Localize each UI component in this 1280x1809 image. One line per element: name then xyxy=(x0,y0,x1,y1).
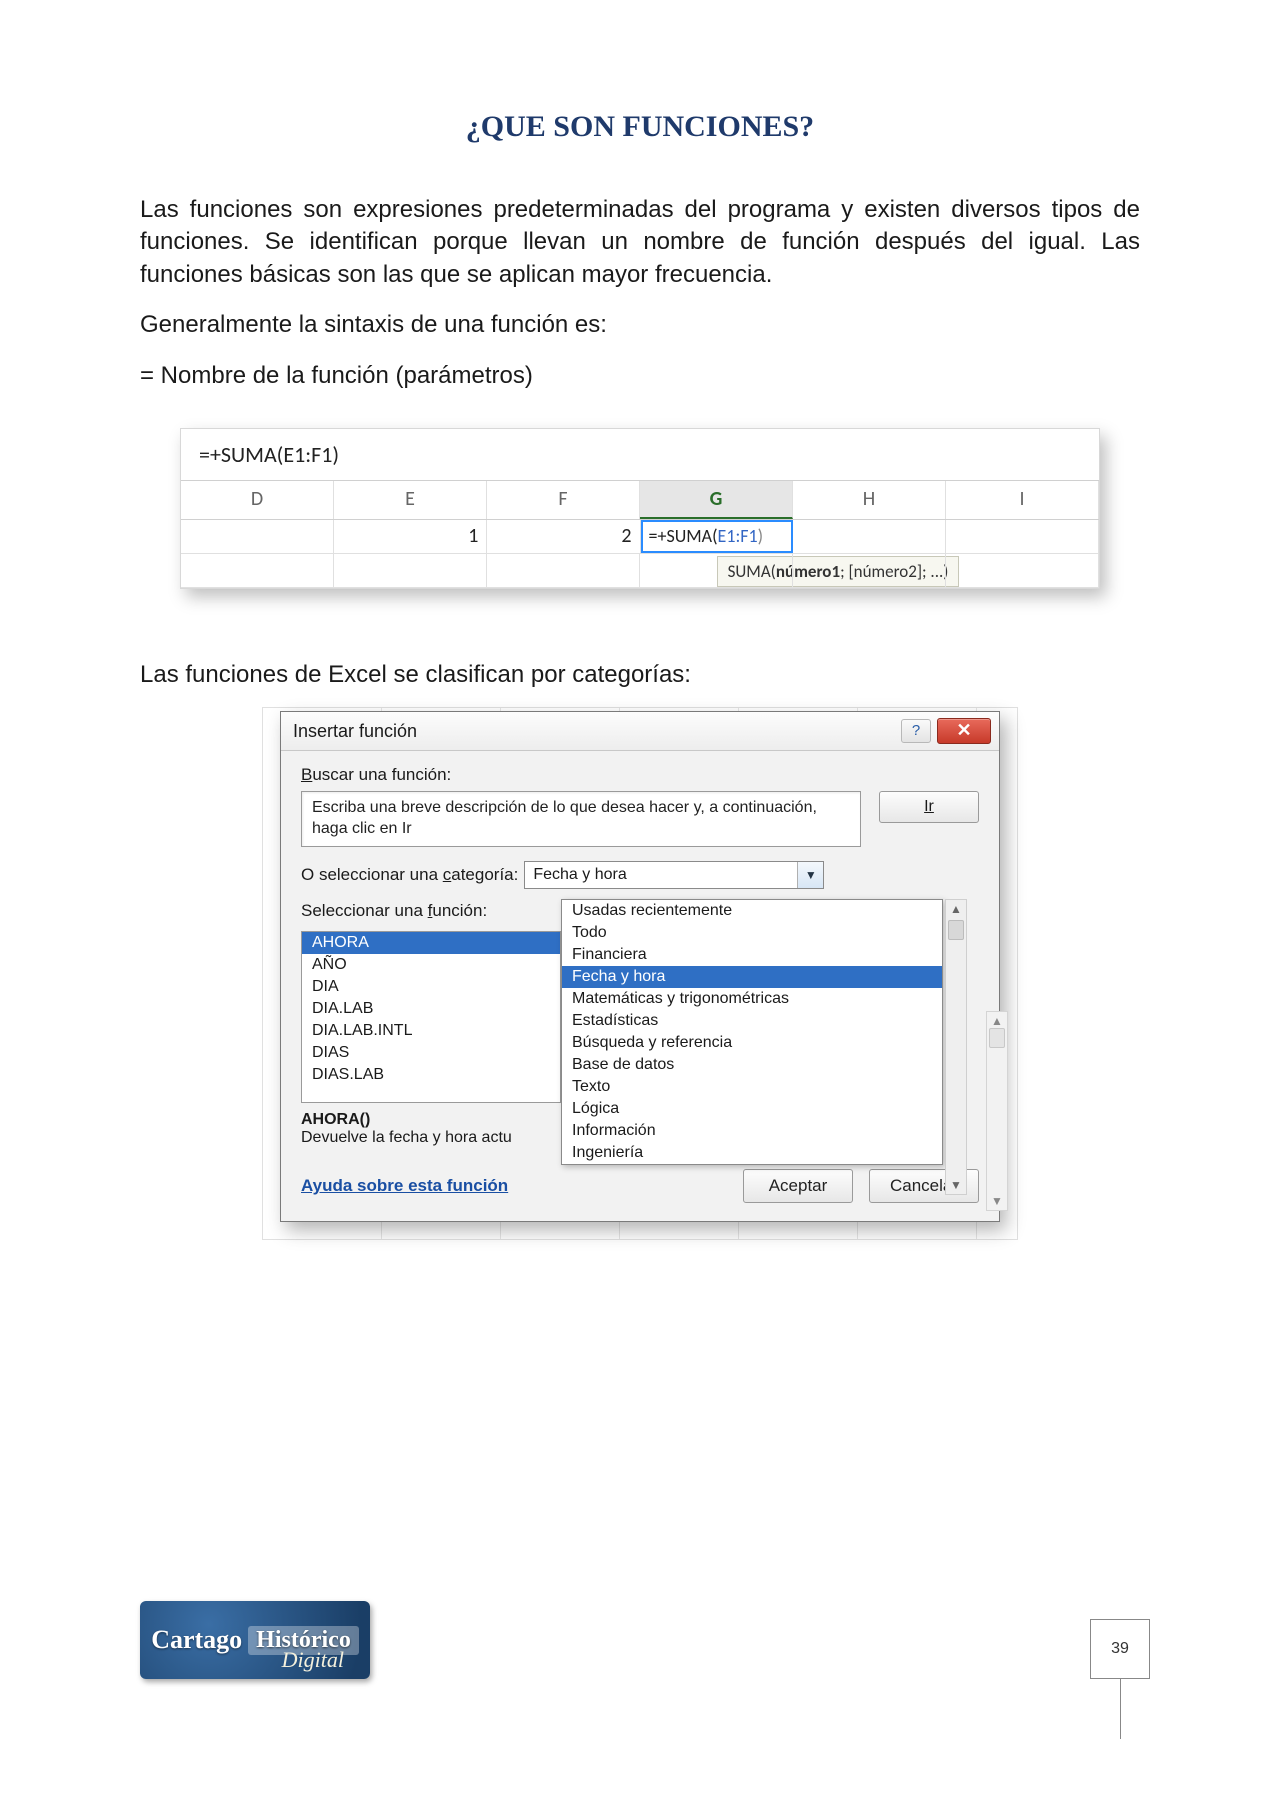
function-item[interactable]: DIA xyxy=(302,976,560,998)
function-item[interactable]: DIA.LAB xyxy=(302,998,560,1020)
category-option[interactable]: Todo xyxy=(562,922,942,944)
scroll-down-icon[interactable]: ▼ xyxy=(991,1194,1003,1208)
category-option[interactable]: Texto xyxy=(562,1076,942,1098)
category-label: O seleccionar una categoría: xyxy=(301,865,518,885)
logo-word1: Cartago xyxy=(151,1625,242,1655)
column-header-row: D E F G H I xyxy=(181,481,1099,520)
go-button[interactable]: Ir xyxy=(879,791,979,823)
cell-e1[interactable]: 1 xyxy=(334,520,487,553)
search-label: Buscar una función: xyxy=(301,765,979,785)
col-header-g[interactable]: G xyxy=(640,481,793,519)
scroll-down-icon[interactable]: ▼ xyxy=(950,1178,962,1192)
category-option[interactable]: Base de datos xyxy=(562,1054,942,1076)
page-title: ¿QUE SON FUNCIONES? xyxy=(140,110,1140,144)
help-link[interactable]: Ayuda sobre esta función xyxy=(301,1176,508,1196)
formula-bar[interactable]: =+SUMA(E1:F1) xyxy=(181,429,1099,481)
category-option[interactable]: Financiera xyxy=(562,944,942,966)
paragraph-categories: Las funciones de Excel se clasifican por… xyxy=(140,659,1140,691)
outer-scrollbar[interactable]: ▲ ▼ xyxy=(986,1011,1008,1211)
cell-e2[interactable] xyxy=(334,554,487,587)
excel-screenshot: =+SUMA(E1:F1) D E F G H I 1 2 =+SUMA(E1:… xyxy=(180,428,1100,589)
logo-subtitle: Digital xyxy=(282,1647,344,1673)
category-dropdown-list[interactable]: Usadas recientemente Todo Financiera Fec… xyxy=(561,899,943,1165)
category-select[interactable]: Fecha y hora ▼ xyxy=(524,861,824,889)
brand-logo: Cartago Histórico Digital xyxy=(140,1601,370,1679)
function-description: Devuelve la fecha y hora actu xyxy=(301,1129,512,1146)
cell-d2[interactable] xyxy=(181,554,334,587)
col-header-i[interactable]: I xyxy=(946,481,1099,519)
accept-button[interactable]: Aceptar xyxy=(743,1169,853,1203)
category-option[interactable]: Búsqueda y referencia xyxy=(562,1032,942,1054)
paragraph-syntax: = Nombre de la función (parámetros) xyxy=(140,360,1140,392)
col-header-e[interactable]: E xyxy=(334,481,487,519)
category-option[interactable]: Usadas recientemente xyxy=(562,900,942,922)
grid-row-2 xyxy=(181,554,1099,588)
cell-f2[interactable] xyxy=(487,554,640,587)
cell-g1-editing[interactable]: =+SUMA(E1:F1) SUMA(número1; [número2]; .… xyxy=(641,520,793,553)
grid-row-1: 1 2 =+SUMA(E1:F1) SUMA(número1; [número2… xyxy=(181,520,1099,554)
scroll-up-icon[interactable]: ▲ xyxy=(950,902,962,916)
cell-i1[interactable] xyxy=(946,520,1099,553)
cell-g1-suffix: ) xyxy=(758,525,763,547)
page-number-stem xyxy=(1120,1679,1121,1739)
outer-scroll-thumb[interactable] xyxy=(989,1028,1005,1048)
function-listbox[interactable]: AHORA AÑO DIA DIA.LAB DIA.LAB.INTL DIAS … xyxy=(301,931,561,1103)
cell-i2[interactable] xyxy=(946,554,1099,587)
cell-g1-range: E1:F1 xyxy=(718,525,758,547)
function-item[interactable]: DIAS xyxy=(302,1042,560,1064)
paragraph-syntax-lead: Generalmente la sintaxis de una función … xyxy=(140,309,1140,341)
function-item[interactable]: AÑO xyxy=(302,954,560,976)
category-option[interactable]: Lógica xyxy=(562,1098,942,1120)
insert-function-dialog: Insertar función ? ✕ Buscar una función:… xyxy=(280,711,1000,1222)
category-option[interactable]: Información xyxy=(562,1120,942,1142)
col-header-d[interactable]: D xyxy=(181,481,334,519)
scroll-thumb[interactable] xyxy=(948,920,964,940)
cell-h1[interactable] xyxy=(793,520,946,553)
close-button[interactable]: ✕ xyxy=(937,718,991,744)
cell-f1[interactable]: 2 xyxy=(487,520,640,553)
function-item-ahora[interactable]: AHORA xyxy=(302,932,560,954)
cell-g2[interactable] xyxy=(640,554,793,587)
function-detail: AHORA() Devuelve la fecha y hora actu xyxy=(301,1111,561,1147)
dropdown-arrow-icon[interactable]: ▼ xyxy=(797,862,823,888)
col-header-f[interactable]: F xyxy=(487,481,640,519)
close-icon: ✕ xyxy=(956,720,971,740)
category-option[interactable]: Estadísticas xyxy=(562,1010,942,1032)
cell-d1[interactable] xyxy=(181,520,334,553)
function-item[interactable]: DIAS.LAB xyxy=(302,1064,560,1086)
col-header-h[interactable]: H xyxy=(793,481,946,519)
scroll-up-icon[interactable]: ▲ xyxy=(991,1014,1003,1028)
cell-h2[interactable] xyxy=(793,554,946,587)
help-button[interactable]: ? xyxy=(901,719,931,743)
cell-g1-prefix: =+SUMA( xyxy=(649,525,718,547)
category-option-selected[interactable]: Fecha y hora xyxy=(562,966,942,988)
function-signature: AHORA() xyxy=(301,1111,370,1128)
category-option[interactable]: Matemáticas y trigonométricas xyxy=(562,988,942,1010)
search-input[interactable]: Escriba una breve descripción de lo que … xyxy=(301,791,861,847)
paragraph-intro: Las funciones son expresiones predetermi… xyxy=(140,194,1140,291)
function-item[interactable]: DIA.LAB.INTL xyxy=(302,1020,560,1042)
dialog-titlebar[interactable]: Insertar función ? ✕ xyxy=(281,712,999,751)
dropdown-scrollbar[interactable]: ▲ ▼ xyxy=(945,899,967,1195)
category-selected-value: Fecha y hora xyxy=(525,866,797,884)
page-number: 39 xyxy=(1090,1619,1150,1679)
category-option[interactable]: Ingeniería xyxy=(562,1142,942,1164)
dialog-title: Insertar función xyxy=(293,721,417,742)
